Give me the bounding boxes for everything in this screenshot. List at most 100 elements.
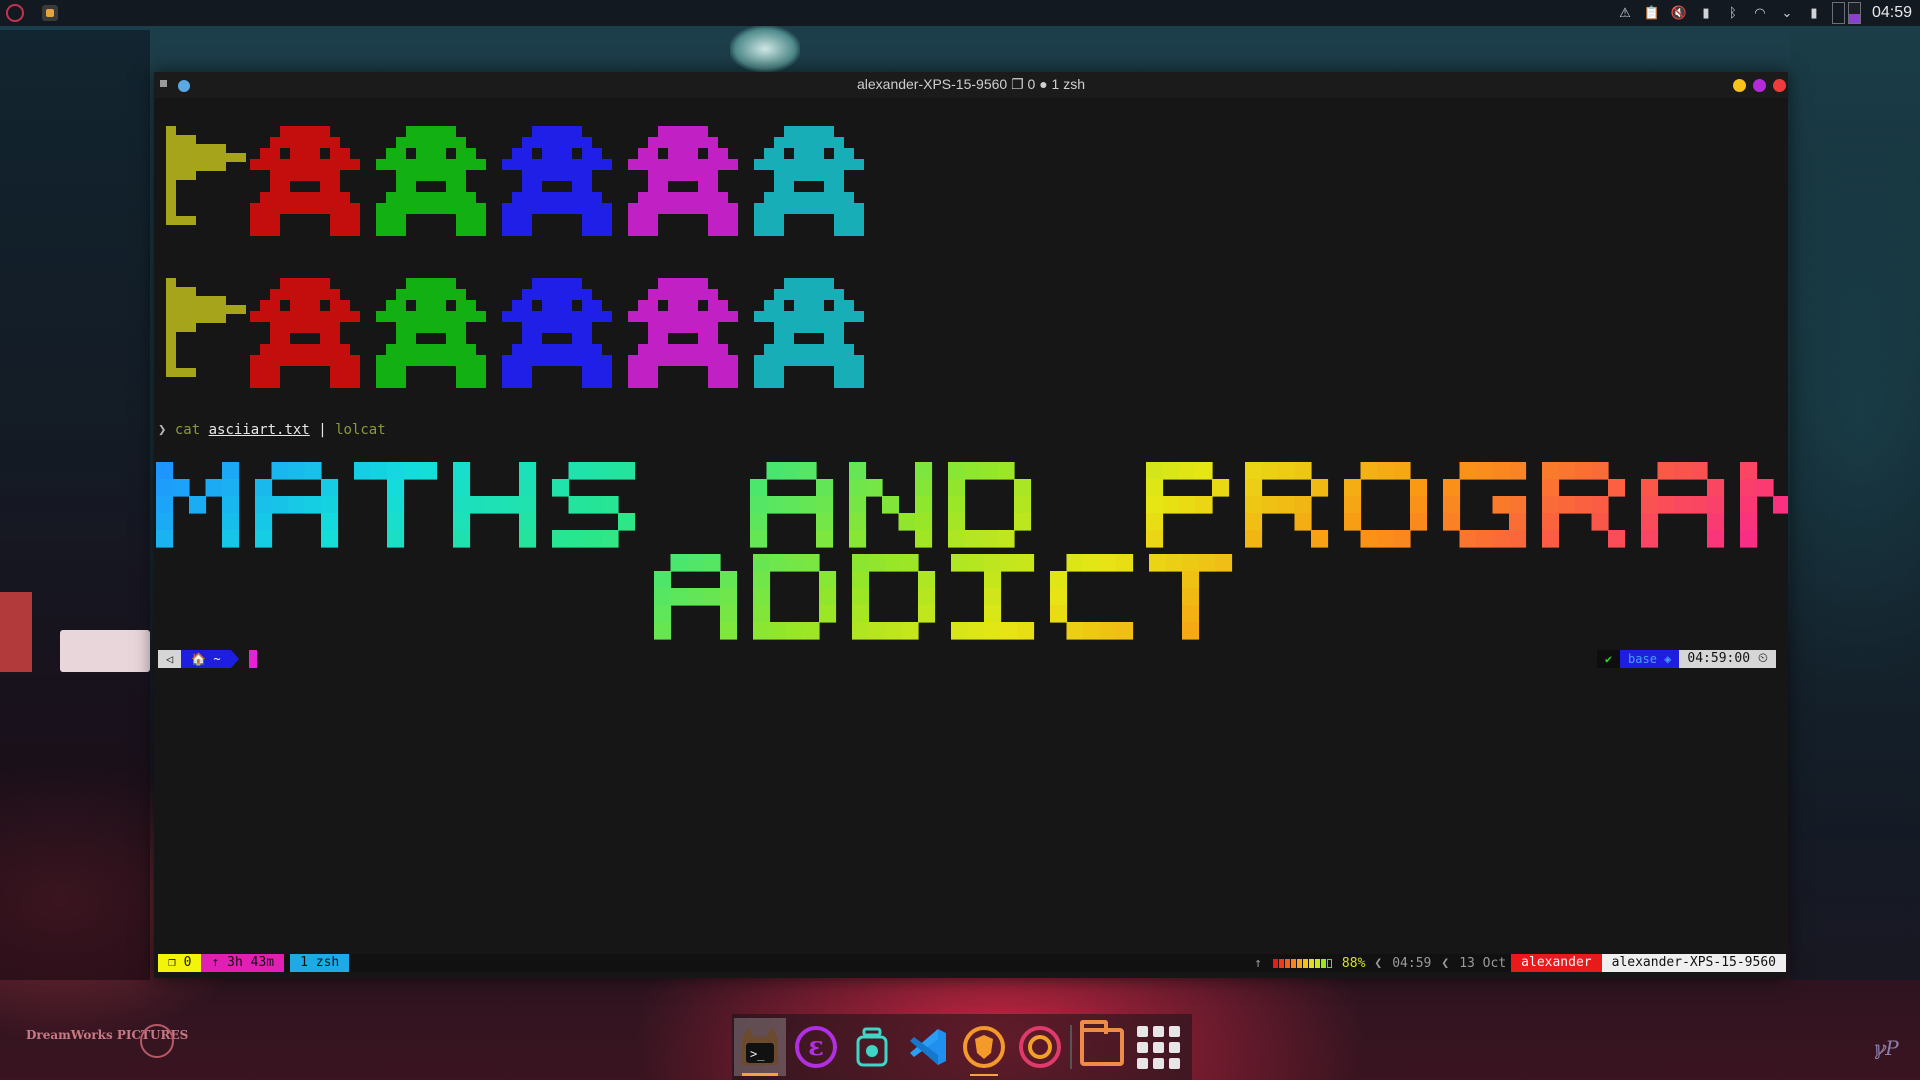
separator-icon: ❮ xyxy=(1374,955,1383,971)
terminal-window[interactable]: alexander-XPS-15-9560 ❐ 0 ● 1 zsh ❯ cat … xyxy=(154,72,1788,978)
wallpaper-white-sign xyxy=(60,630,150,672)
system-tray: ⚠ 📋 🔇 ▮ ᛒ ◠ ⌄ ▮ 04:59 xyxy=(1616,0,1920,26)
prompt-left: ◁ 🏠 ~ xyxy=(158,650,257,668)
invader-art xyxy=(628,278,738,388)
clipboard-icon[interactable]: 📋 xyxy=(1643,4,1661,22)
dock: >_ ε xyxy=(732,1014,1192,1080)
prompt-separator xyxy=(230,650,239,668)
emacs-icon: ε xyxy=(795,1026,837,1068)
dock-files[interactable] xyxy=(1076,1018,1128,1076)
dock-vscode[interactable] xyxy=(902,1018,954,1076)
wallpaper-signature: ℽP xyxy=(1872,1036,1899,1060)
top-panel: ⚠ 📋 🔇 ▮ ᛒ ◠ ⌄ ▮ 04:59 xyxy=(0,0,1920,26)
pipe-symbol: | xyxy=(318,422,327,438)
tmux-window-tab[interactable]: 1 zsh xyxy=(290,954,350,972)
paramount-logo xyxy=(140,1024,174,1058)
app-grid-icon xyxy=(1136,1025,1180,1069)
wifi-icon[interactable]: ◠ xyxy=(1751,4,1769,22)
ascii-art-invaders xyxy=(166,126,864,388)
bluetooth-icon[interactable]: ᛒ xyxy=(1724,4,1742,22)
svg-text:>_: >_ xyxy=(750,1047,765,1061)
battery-charge-icon[interactable]: ▮ xyxy=(1805,4,1823,22)
firefox-icon xyxy=(1019,1026,1061,1068)
konsole-terminal-icon: >_ xyxy=(742,1027,778,1065)
invader-art xyxy=(502,126,612,236)
invader-art xyxy=(502,278,612,388)
battery-segment xyxy=(1278,958,1284,968)
dock-firefox[interactable] xyxy=(1014,1018,1066,1076)
bug-tracker-icon xyxy=(856,1027,888,1067)
battery-segment xyxy=(1320,958,1326,968)
battery-segment xyxy=(1314,958,1320,968)
tmux-right-status: ↑ 88% ❮ 04:59 ❮ 13 Oct alexander alexand… xyxy=(1249,954,1786,972)
battery-segment xyxy=(1272,958,1278,968)
battery-segment xyxy=(1308,958,1314,968)
prompt-right: ✔ base ◈ 04:59:00 ⏲ xyxy=(1596,650,1776,668)
dock-emacs[interactable]: ε xyxy=(790,1018,842,1076)
flag-art xyxy=(166,126,246,225)
tmux-username: alexander xyxy=(1511,954,1602,972)
wallpaper-left-building xyxy=(0,30,150,980)
tmux-status-bar: ❐ 0 ↑ 3h 43m 1 zsh ↑ 88% ❮ 04:59 ❮ 13 Oc… xyxy=(158,954,1786,972)
battery-arrow-icon: ↑ xyxy=(1254,955,1262,971)
pipe-program: lolcat xyxy=(335,422,386,438)
dock-brave[interactable] xyxy=(958,1018,1010,1076)
command-name: cat xyxy=(174,422,201,438)
invader-art xyxy=(376,278,486,388)
current-directory: 🏠 ~ xyxy=(181,650,231,668)
invader-art xyxy=(250,278,360,388)
battery-segment xyxy=(1302,958,1308,968)
lolcat-banner xyxy=(156,462,1788,640)
brave-browser-icon xyxy=(963,1026,1005,1068)
command-line: ❯ cat asciiart.txt | lolcat xyxy=(158,422,386,438)
exit-status: ✔ xyxy=(1596,650,1621,668)
banner-line xyxy=(156,462,1788,548)
close-button[interactable] xyxy=(1773,79,1786,92)
tmux-time: 04:59 xyxy=(1392,955,1432,971)
prompt-time: 04:59:00 ⏲ xyxy=(1679,650,1776,668)
battery-percent: 88% xyxy=(1341,955,1366,971)
battery-segment xyxy=(1284,958,1290,968)
tmux-hostname: alexander-XPS-15-9560 xyxy=(1601,954,1786,972)
tmux-uptime: ↑ 3h 43m xyxy=(201,954,285,972)
minimize-button[interactable] xyxy=(1733,79,1746,92)
wallpaper-right-building xyxy=(1790,30,1920,980)
clock[interactable]: 04:59 xyxy=(1872,4,1912,22)
active-app-terminal-icon[interactable] xyxy=(42,5,58,21)
battery-segment xyxy=(1326,958,1332,968)
expand-icon[interactable]: ⌄ xyxy=(1778,4,1796,22)
title-bar[interactable]: alexander-XPS-15-9560 ❐ 0 ● 1 zsh xyxy=(154,72,1788,98)
invader-art xyxy=(754,126,864,236)
banner-line xyxy=(654,554,1233,640)
text-cursor xyxy=(248,650,257,668)
separator-icon: ❮ xyxy=(1441,955,1450,971)
desktop-1[interactable] xyxy=(1831,2,1845,24)
battery-gauge xyxy=(1272,958,1332,968)
invader-art xyxy=(376,126,486,236)
window-title: alexander-XPS-15-9560 ❐ 0 ● 1 zsh xyxy=(856,76,1086,92)
dock-app-grid[interactable] xyxy=(1132,1018,1184,1076)
file-manager-icon xyxy=(1080,1020,1124,1066)
dock-konsole[interactable]: >_ xyxy=(734,1018,786,1076)
vscode-icon xyxy=(910,1029,946,1065)
battery-icon[interactable]: ▮ xyxy=(1697,4,1715,22)
terminal-content[interactable]: ❯ cat asciiart.txt | lolcat ◁ 🏠 ~ ✔ base… xyxy=(154,98,1788,978)
desktop-2[interactable] xyxy=(1847,2,1861,24)
virtual-desktop-pager[interactable] xyxy=(1831,2,1861,24)
invader-art xyxy=(628,126,738,236)
flag-art xyxy=(166,278,246,377)
battery-segment xyxy=(1290,958,1296,968)
dock-bug-tracker[interactable] xyxy=(846,1018,898,1076)
invader-art xyxy=(754,278,864,388)
maximize-button[interactable] xyxy=(1753,79,1766,92)
battery-segment xyxy=(1296,958,1302,968)
tmux-session[interactable]: ❐ 0 xyxy=(158,954,202,972)
conda-env: base ◈ xyxy=(1620,650,1680,668)
app-launcher-icon[interactable] xyxy=(6,4,24,22)
os-icon: ◁ xyxy=(158,650,182,668)
notification-icon[interactable]: ⚠ xyxy=(1616,4,1634,22)
dock-separator xyxy=(1070,1025,1072,1069)
invader-art xyxy=(250,126,360,236)
wallpaper-tower xyxy=(730,26,800,72)
volume-muted-icon[interactable]: 🔇 xyxy=(1670,4,1688,22)
